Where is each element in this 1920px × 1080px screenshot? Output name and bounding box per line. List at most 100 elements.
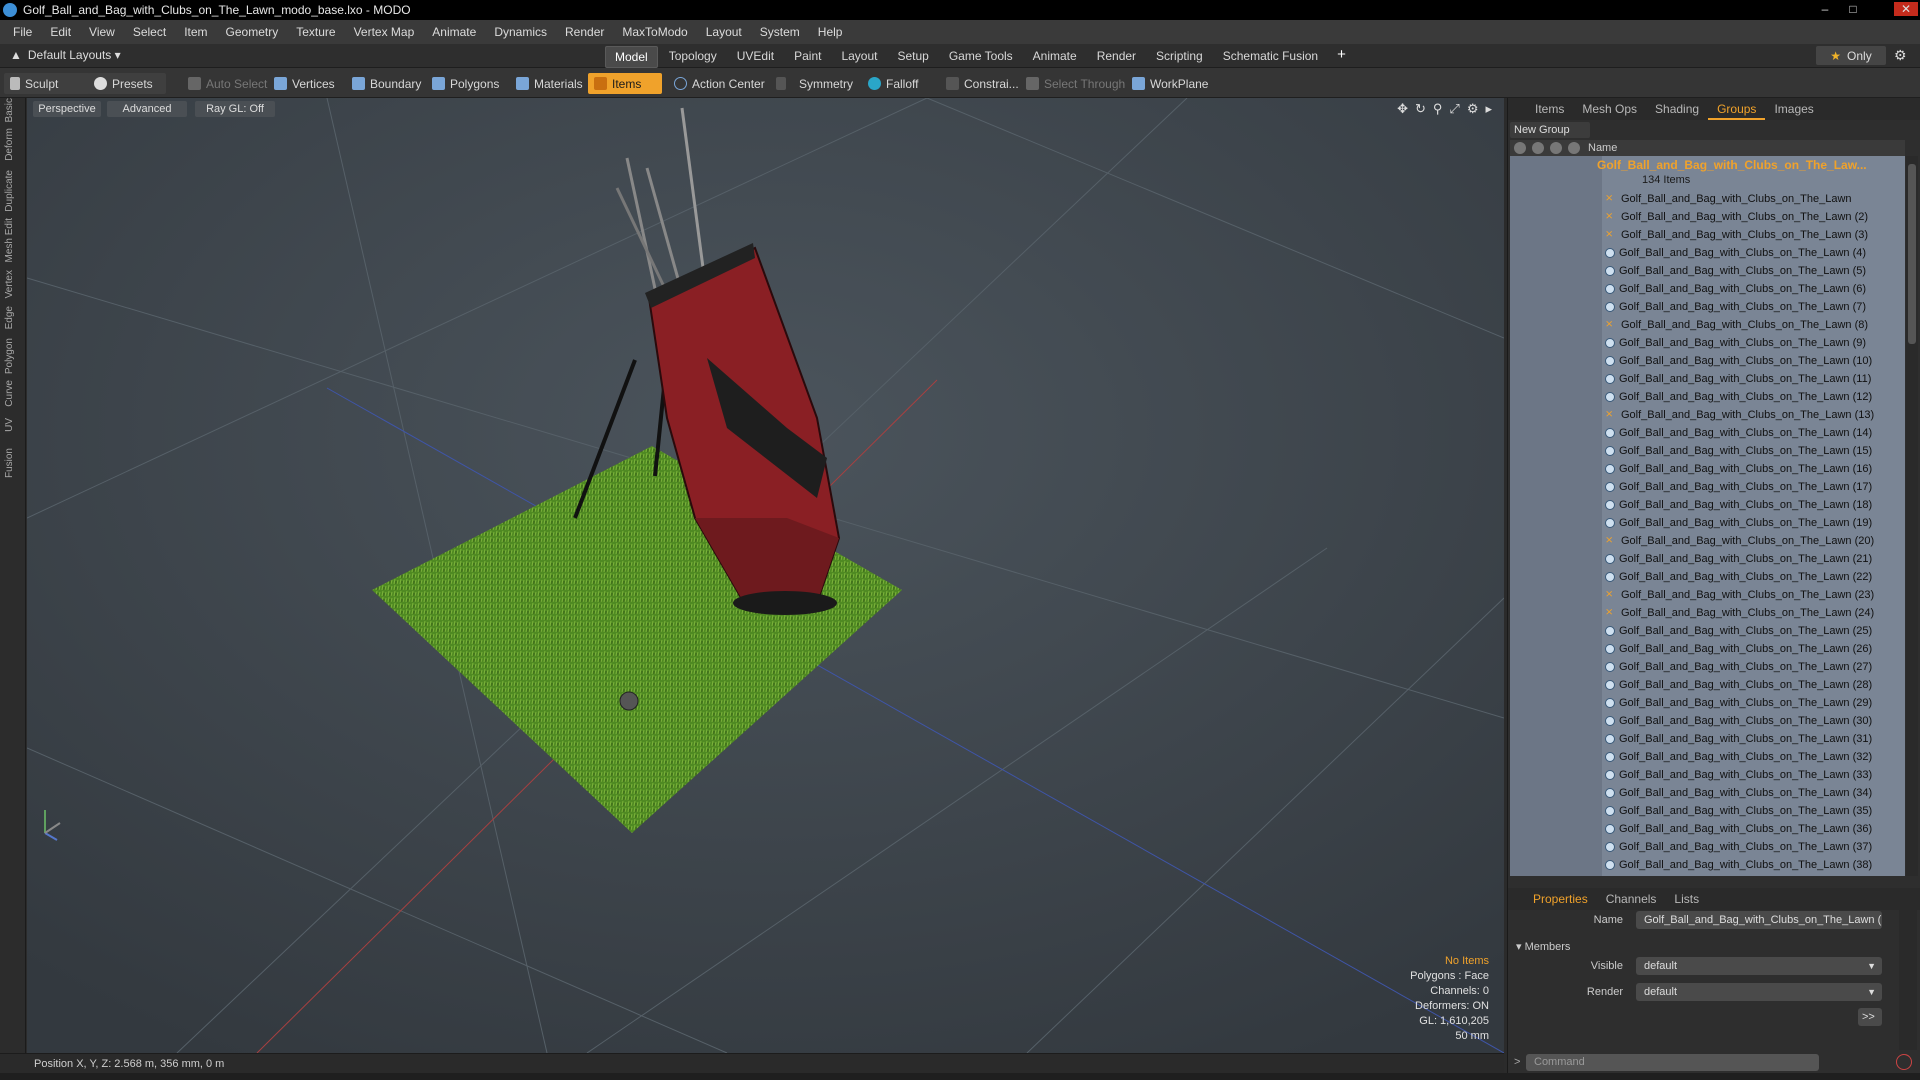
record-icon[interactable] <box>1896 1054 1912 1070</box>
left-tab-deform[interactable]: Deform <box>4 128 15 161</box>
menu-item-dynamics[interactable]: Dynamics <box>485 25 556 39</box>
viewport-settings-icon[interactable]: ⚙ <box>1467 101 1479 117</box>
menu-item-edit[interactable]: Edit <box>41 25 80 39</box>
falloff-button[interactable]: Falloff <box>862 73 924 94</box>
only-button[interactable]: ★ Only <box>1816 46 1886 65</box>
members-section[interactable]: ▾ Members <box>1516 940 1570 953</box>
group-member-row[interactable]: Golf_Ball_and_Bag_with_Clubs_on_The_Lawn… <box>1605 352 1872 370</box>
perspective-dropdown[interactable]: Perspective <box>33 101 101 117</box>
left-tab-basic[interactable]: Basic <box>4 98 15 122</box>
tab-setup[interactable]: Setup <box>888 46 937 68</box>
left-tab-fusion[interactable]: Fusion <box>4 448 15 478</box>
move-view-icon[interactable]: ✥ <box>1397 101 1408 117</box>
fit-view-icon[interactable]: ⤢ <box>1449 101 1459 117</box>
command-input[interactable]: Command <box>1526 1054 1819 1071</box>
left-tab-vertex[interactable]: Vertex <box>4 270 15 298</box>
menu-item-geometry[interactable]: Geometry <box>217 25 288 39</box>
group-member-row[interactable]: Golf_Ball_and_Bag_with_Clubs_on_The_Lawn… <box>1605 658 1872 676</box>
group-member-row[interactable]: ⨯ Golf_Ball_and_Bag_with_Clubs_on_The_Law… <box>1605 406 1874 424</box>
group-member-row[interactable]: Golf_Ball_and_Bag_with_Clubs_on_The_Lawn… <box>1605 856 1872 874</box>
group-member-row[interactable]: ⨯ Golf_Ball_and_Bag_with_Clubs_on_The_Law… <box>1605 532 1874 550</box>
render-dropdown[interactable]: default ▼ <box>1636 983 1882 1001</box>
groups-list[interactable]: Golf_Ball_and_Bag_with_Clubs_on_The_Law.… <box>1510 156 1905 876</box>
group-member-row[interactable]: Golf_Ball_and_Bag_with_Clubs_on_The_Lawn… <box>1605 568 1872 586</box>
action-center-button[interactable]: Action Center <box>668 73 771 94</box>
tab-animate[interactable]: Animate <box>1024 46 1086 68</box>
group-member-row[interactable]: Golf_Ball_and_Bag_with_Clubs_on_The_Lawn… <box>1605 424 1872 442</box>
properties-tab-channels[interactable]: Channels <box>1597 888 1666 910</box>
group-member-row[interactable]: Golf_Ball_and_Bag_with_Clubs_on_The_Lawn… <box>1605 820 1872 838</box>
rotate-view-icon[interactable]: ↻ <box>1415 101 1426 117</box>
left-tab-polygon[interactable]: Polygon <box>4 338 15 374</box>
list-scrollbar[interactable] <box>1906 156 1918 876</box>
presets-button[interactable]: Presets <box>88 73 166 94</box>
sculpt-button[interactable]: Sculpt <box>4 73 90 94</box>
group-member-row[interactable]: ⨯ Golf_Ball_and_Bag_with_Clubs_on_The_Law… <box>1605 604 1874 622</box>
panel-tab-images[interactable]: Images <box>1765 98 1822 120</box>
panel-tab-groups[interactable]: Groups <box>1708 98 1766 120</box>
group-member-row[interactable]: Golf_Ball_and_Bag_with_Clubs_on_The_Lawn… <box>1605 370 1871 388</box>
items-button[interactable]: Items <box>588 73 662 94</box>
group-member-row[interactable]: Golf_Ball_and_Bag_with_Clubs_on_The_Lawn… <box>1605 694 1872 712</box>
new-group-button[interactable]: New Group <box>1510 122 1590 138</box>
menu-item-select[interactable]: Select <box>124 25 175 39</box>
group-member-row[interactable]: Golf_Ball_and_Bag_with_Clubs_on_The_Lawn… <box>1605 244 1866 262</box>
tab-uvedit[interactable]: UVEdit <box>728 46 783 68</box>
boundary-button[interactable]: Boundary <box>346 73 427 94</box>
group-member-row[interactable]: Golf_Ball_and_Bag_with_Clubs_on_The_Lawn… <box>1605 298 1866 316</box>
materials-button[interactable]: Materials <box>510 73 589 94</box>
group-member-row[interactable]: Golf_Ball_and_Bag_with_Clubs_on_The_Lawn… <box>1605 478 1872 496</box>
menu-item-layout[interactable]: Layout <box>697 25 751 39</box>
left-tab-duplicate[interactable]: Duplicate <box>4 170 15 212</box>
add-tab-icon[interactable]: + <box>1329 46 1354 68</box>
group-member-row[interactable]: Golf_Ball_and_Bag_with_Clubs_on_The_Lawn… <box>1605 730 1872 748</box>
left-tab-mesh-edit[interactable]: Mesh Edit <box>4 218 15 262</box>
3d-viewport[interactable]: Perspective Advanced Ray GL: Off ✥ ↻ ⚲ ⤢… <box>27 98 1504 1053</box>
group-member-row[interactable]: Golf_Ball_and_Bag_with_Clubs_on_The_Lawn… <box>1605 496 1872 514</box>
menu-item-vertex-map[interactable]: Vertex Map <box>345 25 424 39</box>
menu-item-item[interactable]: Item <box>175 25 216 39</box>
group-member-row[interactable]: Golf_Ball_and_Bag_with_Clubs_on_The_Lawn… <box>1605 280 1866 298</box>
group-member-row[interactable]: Golf_Ball_and_Bag_with_Clubs_on_The_Lawn… <box>1605 766 1872 784</box>
left-tab-uv[interactable]: UV <box>4 418 15 432</box>
tab-schematic-fusion[interactable]: Schematic Fusion <box>1214 46 1327 68</box>
group-member-row[interactable]: Golf_Ball_and_Bag_with_Clubs_on_The_Lawn… <box>1605 550 1872 568</box>
raygl-toggle[interactable]: Ray GL: Off <box>195 101 275 117</box>
group-member-row[interactable]: ⨯ Golf_Ball_and_Bag_with_Clubs_on_The_Law… <box>1605 190 1852 208</box>
group-member-row[interactable]: Golf_Ball_and_Bag_with_Clubs_on_The_Lawn… <box>1605 802 1872 820</box>
tab-paint[interactable]: Paint <box>785 46 830 68</box>
viewport-expand-icon[interactable]: ▸ <box>1485 101 1492 117</box>
properties-tab-properties[interactable]: Properties <box>1524 888 1597 910</box>
group-member-row[interactable]: Golf_Ball_and_Bag_with_Clubs_on_The_Lawn… <box>1605 514 1872 532</box>
menu-item-view[interactable]: View <box>80 25 124 39</box>
group-member-row[interactable]: Golf_Ball_and_Bag_with_Clubs_on_The_Lawn… <box>1605 676 1872 694</box>
group-member-row[interactable]: Golf_Ball_and_Bag_with_Clubs_on_The_Lawn… <box>1605 262 1866 280</box>
left-tab-edge[interactable]: Edge <box>4 306 15 329</box>
group-member-row[interactable]: Golf_Ball_and_Bag_with_Clubs_on_The_Lawn… <box>1605 460 1872 478</box>
minimize-button[interactable]: – <box>1816 2 1834 16</box>
close-button[interactable]: ✕ <box>1894 2 1918 16</box>
tab-topology[interactable]: Topology <box>660 46 726 68</box>
symmetry-button[interactable]: Symmetry <box>770 73 859 94</box>
menu-item-animate[interactable]: Animate <box>423 25 485 39</box>
polygons-button[interactable]: Polygons <box>426 73 505 94</box>
properties-tab-lists[interactable]: Lists <box>1665 888 1708 910</box>
group-member-row[interactable]: ⨯ Golf_Ball_and_Bag_with_Clubs_on_The_Law… <box>1605 586 1874 604</box>
panel-tab-mesh-ops[interactable]: Mesh Ops <box>1573 98 1646 120</box>
maximize-button[interactable]: □ <box>1844 2 1862 16</box>
menu-item-render[interactable]: Render <box>556 25 613 39</box>
menu-item-file[interactable]: File <box>4 25 41 39</box>
name-field[interactable]: Golf_Ball_and_Bag_with_Clubs_on_The_Lawn… <box>1636 911 1882 929</box>
tab-layout[interactable]: Layout <box>832 46 886 68</box>
group-member-row[interactable]: ⨯ Golf_Ball_and_Bag_with_Clubs_on_The_Law… <box>1605 226 1868 244</box>
group-member-row[interactable]: Golf_Ball_and_Bag_with_Clubs_on_The_Lawn… <box>1605 640 1872 658</box>
default-layouts-dropdown[interactable]: ▲ Default Layouts ▾ <box>10 48 121 62</box>
zoom-view-icon[interactable]: ⚲ <box>1433 101 1443 117</box>
panel-tab-shading[interactable]: Shading <box>1646 98 1708 120</box>
tab-render[interactable]: Render <box>1088 46 1145 68</box>
group-member-row[interactable]: ⨯ Golf_Ball_and_Bag_with_Clubs_on_The_Law… <box>1605 208 1868 226</box>
group-member-row[interactable]: Golf_Ball_and_Bag_with_Clubs_on_The_Lawn… <box>1605 388 1872 406</box>
group-member-row[interactable]: Golf_Ball_and_Bag_with_Clubs_on_The_Lawn… <box>1605 442 1872 460</box>
menu-item-texture[interactable]: Texture <box>287 25 344 39</box>
group-member-row[interactable]: Golf_Ball_and_Bag_with_Clubs_on_The_Lawn… <box>1605 712 1872 730</box>
